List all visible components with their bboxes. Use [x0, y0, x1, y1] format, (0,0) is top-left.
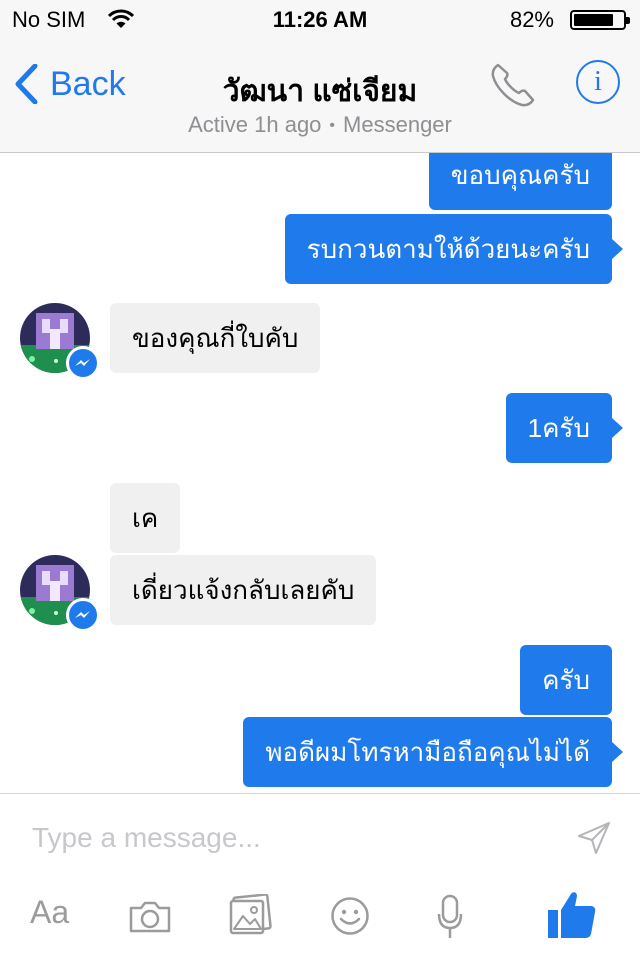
outgoing-message[interactable]: รบกวนตามให้ด้วยนะครับ	[284, 214, 612, 284]
bubble-tail	[612, 742, 623, 762]
messenger-bolt-icon	[75, 611, 90, 618]
outgoing-message[interactable]: พอดีผมโทรหามือถือคุณไม่ได้	[243, 717, 612, 787]
back-label: Back	[50, 64, 126, 103]
bubble-tail	[612, 418, 623, 438]
message-list[interactable]: ขอบคุณครับ รบกวนตามให้ด้วยนะครับ ของคุณก…	[0, 153, 640, 793]
bubble-tail	[612, 239, 623, 259]
composer: Aa	[0, 793, 640, 961]
messenger-bolt-icon	[75, 359, 90, 366]
phone-icon[interactable]	[488, 60, 538, 110]
back-button[interactable]: Back	[14, 64, 126, 104]
battery-icon	[570, 10, 630, 30]
app-name: Messenger	[343, 112, 452, 137]
battery-fill	[574, 14, 613, 26]
incoming-message[interactable]: เค	[110, 483, 181, 553]
contact-name[interactable]: วัฒนา แซ่เจียม	[140, 68, 500, 115]
thumbs-up-icon[interactable]	[546, 888, 598, 940]
outgoing-message[interactable]: 1ครับ	[505, 393, 612, 463]
messenger-badge-icon	[66, 346, 100, 380]
status-bar: No SIM 11:26 AM 82%	[0, 0, 640, 40]
outgoing-message[interactable]: ขอบคุณครับ	[428, 153, 612, 210]
incoming-message[interactable]: เดี่ยวแจ้งกลับเลยคับ	[110, 555, 377, 625]
send-icon[interactable]	[576, 820, 612, 856]
microphone-icon[interactable]	[436, 894, 464, 940]
message-input[interactable]	[32, 818, 552, 858]
text-format-button[interactable]: Aa	[30, 894, 69, 931]
outgoing-message[interactable]: ครับ	[520, 645, 612, 715]
contact-status: Active 1h ago • Messenger	[140, 112, 500, 138]
battery-nub	[626, 17, 630, 24]
battery-percent: 82%	[509, 7, 554, 32]
emoji-icon[interactable]	[330, 896, 370, 936]
separator-dot: •	[329, 117, 336, 134]
gallery-icon[interactable]	[228, 894, 272, 936]
conversation-header: Back วัฒนา แซ่เจียม Active 1h ago • Messen…	[0, 40, 640, 153]
camera-icon[interactable]	[128, 900, 172, 934]
info-icon[interactable]: i	[576, 60, 620, 104]
incoming-message[interactable]: ของคุณกี่ใบคับ	[110, 303, 321, 373]
chevron-left-icon	[15, 64, 38, 104]
active-status: Active 1h ago	[188, 112, 322, 137]
messenger-badge-icon	[66, 598, 100, 632]
